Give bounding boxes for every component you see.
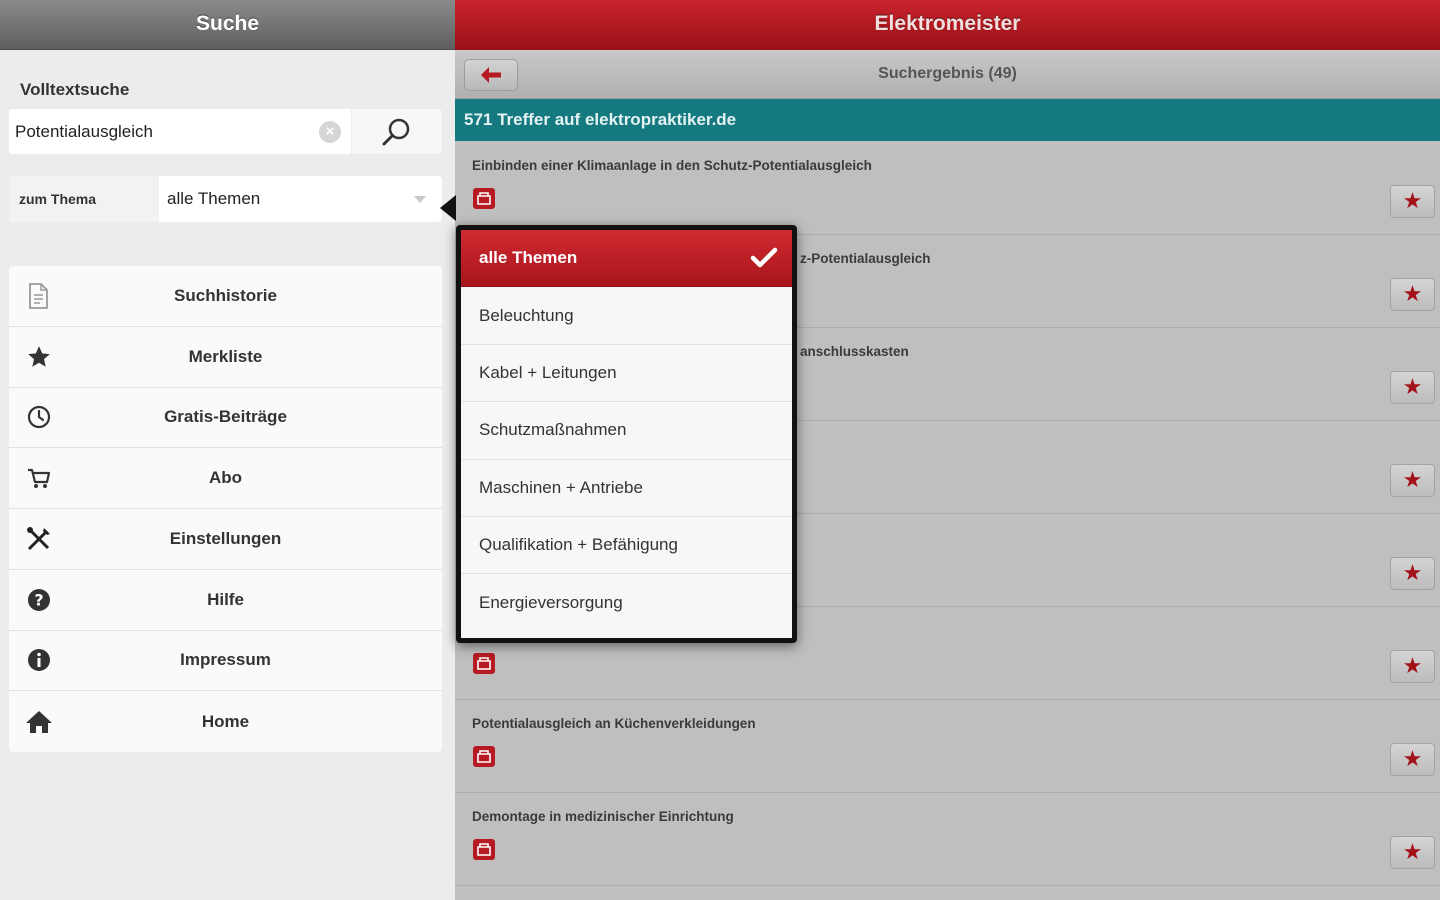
option-label: Qualifikation + Befähigung xyxy=(479,535,678,555)
result-title: anschlusskasten xyxy=(800,344,909,359)
menu-item-label: Merkliste xyxy=(188,346,263,366)
favorite-button[interactable]: ★ xyxy=(1390,185,1435,218)
topic-option-qualifikation-befaehigung[interactable]: Qualifikation + Befähigung xyxy=(461,517,792,575)
search-panel-title: Suche xyxy=(0,0,455,50)
topic-option-maschinen-antriebe[interactable]: Maschinen + Antriebe xyxy=(461,460,792,517)
menu-item-home[interactable]: Home xyxy=(9,691,442,752)
result-title: Einbinden einer Klimaanlage in den Schut… xyxy=(472,158,872,173)
option-label: Energieversorgung xyxy=(479,593,623,613)
search-button[interactable] xyxy=(352,109,442,154)
option-label: Maschinen + Antriebe xyxy=(479,477,643,497)
favorite-button[interactable]: ★ xyxy=(1390,743,1435,776)
svg-text:?: ? xyxy=(34,590,43,609)
menu-item-label: Hilfe xyxy=(207,589,244,609)
search-panel: Suche Volltextsuche × zum Thema alle The… xyxy=(0,0,455,900)
list-item[interactable]: Potentialausgleich an Küchenverkleidunge… xyxy=(455,700,1440,793)
topic-option-beleuchtung[interactable]: Beleuchtung xyxy=(461,287,792,345)
popup-pointer xyxy=(440,195,456,221)
star-icon xyxy=(25,343,53,371)
home-icon xyxy=(25,708,53,736)
result-title: z-Potentialausgleich xyxy=(800,251,931,266)
result-title: Demontage in medizinischer Einrichtung xyxy=(472,809,734,824)
menu-item-label: Home xyxy=(201,711,250,731)
magazine-icon xyxy=(473,839,495,860)
topic-option-kabel-leitungen[interactable]: Kabel + Leitungen xyxy=(461,345,792,403)
checkmark-icon xyxy=(750,247,778,268)
menu-item-einstellungen[interactable]: Einstellungen xyxy=(9,509,442,570)
topic-filter: zum Thema alle Themen xyxy=(9,176,442,222)
hits-banner[interactable]: 571 Treffer auf elektropraktiker.de xyxy=(455,99,1440,141)
favorite-button[interactable]: ★ xyxy=(1390,557,1435,590)
magazine-icon xyxy=(473,653,495,674)
favorite-button[interactable]: ★ xyxy=(1390,464,1435,497)
favorite-button[interactable]: ★ xyxy=(1390,836,1435,869)
favorite-button[interactable]: ★ xyxy=(1390,650,1435,683)
topic-option-alle-themen[interactable]: alle Themen xyxy=(461,230,792,288)
cart-icon xyxy=(25,464,53,492)
menu-item-label: Gratis-Beiträge xyxy=(164,407,287,427)
option-label: alle Themen xyxy=(479,248,578,268)
help-icon: ? xyxy=(25,586,53,614)
document-icon xyxy=(25,282,53,310)
topic-option-schutzmassnahmen[interactable]: Schutzmaßnahmen xyxy=(461,402,792,460)
tools-icon xyxy=(25,525,53,553)
result-title: Potentialausgleich an Küchenverkleidunge… xyxy=(472,716,756,731)
menu-item-label: Abo xyxy=(208,468,243,488)
menu-item-label: Einstellungen xyxy=(169,528,282,548)
magazine-icon xyxy=(473,188,495,209)
menu-item-abo[interactable]: Abo xyxy=(9,448,442,509)
search-field-wrapper: × xyxy=(9,109,351,154)
option-label: Kabel + Leitungen xyxy=(479,362,617,382)
topic-select-value: alle Themen xyxy=(167,189,261,208)
search-input[interactable] xyxy=(15,109,315,154)
list-item[interactable]: Demontage in medizinischer Einrichtung ★ xyxy=(455,793,1440,886)
side-menu: Suchhistorie Merkliste Gratis-Beiträge A… xyxy=(9,266,442,752)
fulltext-search-label: Volltextsuche xyxy=(20,80,130,99)
topic-dropdown: alle Themen Beleuchtung Kabel + Leitunge… xyxy=(456,225,797,643)
clear-icon[interactable]: × xyxy=(319,121,341,143)
app-title: Elektromeister xyxy=(455,0,1440,50)
topic-options: alle Themen Beleuchtung Kabel + Leitunge… xyxy=(461,230,792,638)
topic-label: zum Thema xyxy=(19,191,97,207)
menu-item-suchhistorie[interactable]: Suchhistorie xyxy=(9,266,442,327)
menu-item-gratis-beitraege[interactable]: Gratis-Beiträge xyxy=(9,388,442,449)
menu-item-hilfe[interactable]: ? Hilfe xyxy=(9,570,442,631)
favorite-button[interactable]: ★ xyxy=(1390,371,1435,404)
chevron-down-icon xyxy=(414,196,426,203)
menu-item-label: Impressum xyxy=(180,650,271,670)
results-toolbar: Suchergebnis (49) xyxy=(455,50,1440,99)
topic-option-energieversorgung[interactable]: Energieversorgung xyxy=(461,574,792,631)
magazine-icon xyxy=(473,746,495,767)
info-icon xyxy=(25,646,53,674)
menu-item-merkliste[interactable]: Merkliste xyxy=(9,327,442,388)
option-label: Schutzmaßnahmen xyxy=(479,420,627,440)
magnifier-icon xyxy=(382,118,410,145)
option-label: Beleuchtung xyxy=(479,305,574,325)
topic-select[interactable]: alle Themen xyxy=(159,176,442,222)
results-count-title: Suchergebnis (49) xyxy=(878,65,1017,82)
favorite-button[interactable]: ★ xyxy=(1390,278,1435,311)
clock-icon xyxy=(25,403,53,431)
list-item[interactable]: Einbinden einer Klimaanlage in den Schut… xyxy=(455,142,1440,235)
menu-item-impressum[interactable]: Impressum xyxy=(9,631,442,692)
menu-item-label: Suchhistorie xyxy=(174,285,277,305)
